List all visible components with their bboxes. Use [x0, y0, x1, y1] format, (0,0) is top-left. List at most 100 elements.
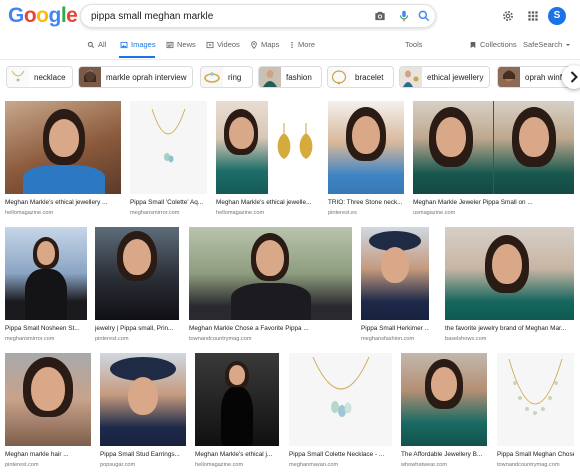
microphone-icon[interactable]	[397, 9, 411, 23]
tools-label: Tools	[405, 40, 423, 49]
chip-label: fashion	[286, 72, 312, 82]
result-source: hellomagazine.com	[5, 210, 54, 216]
face-shape	[128, 377, 158, 415]
logo-letter: g	[48, 4, 62, 27]
image-result[interactable]: Pippa Small Stud Earrings... popsugar.co…	[100, 353, 186, 471]
search-icon[interactable]	[417, 9, 431, 23]
result-image	[497, 353, 574, 446]
related-chip[interactable]: fashion	[258, 66, 322, 88]
safesearch-button[interactable]: SafeSearch	[523, 40, 571, 49]
user-avatar[interactable]: S	[548, 7, 566, 25]
dress-shape	[221, 387, 253, 446]
chevron-right-icon	[570, 71, 578, 83]
image-result[interactable]: Meghan Markle's ethical jewelle... hello…	[216, 101, 319, 219]
face-shape	[229, 117, 254, 149]
image-result[interactable]: Meghan Markle's ethical jewellery ... he…	[5, 101, 121, 219]
oprah-winfrey-thumbnail	[498, 67, 520, 87]
earrings-image	[277, 123, 313, 159]
face-shape	[123, 239, 151, 275]
chips-next-button[interactable]	[562, 65, 580, 89]
dropdown-arrow-icon	[566, 43, 571, 46]
image-result[interactable]: jewelry | Pippa small, Prin... pinterest…	[95, 227, 179, 345]
tab-maps[interactable]: Maps	[250, 40, 279, 49]
result-image	[100, 353, 186, 446]
chip-label: necklace	[34, 72, 66, 82]
result-image	[445, 227, 574, 320]
logo-letter: o	[23, 4, 37, 27]
image-result[interactable]: Pippa Small Meghan Chose ... townandcoun…	[497, 353, 574, 471]
map-pin-icon	[251, 40, 257, 49]
settings-gear-icon[interactable]	[501, 9, 515, 23]
more-vert-icon	[291, 41, 293, 48]
result-image	[289, 353, 392, 446]
camera-icon[interactable]	[373, 9, 387, 23]
result-source: baselshows.com	[445, 336, 487, 342]
necklace-image	[508, 358, 563, 415]
result-source: pinterest.com	[5, 462, 39, 468]
result-image	[95, 227, 179, 320]
portrait-shape	[413, 101, 493, 194]
image-result[interactable]: The Affordable Jewellery B... whowhatwea…	[401, 353, 487, 471]
related-chip[interactable]: necklace	[6, 66, 73, 88]
result-source: meghanmavan.com	[289, 462, 339, 468]
google-logo[interactable]: Google	[8, 4, 78, 28]
image-result[interactable]: Pippa Small 'Colette' Aq... meghansmirro…	[130, 101, 207, 219]
tab-label: More	[298, 40, 316, 49]
image-result[interactable]: TRIO: Three Stone neck... pinterest.es	[328, 101, 404, 219]
bracelet-thumbnail	[328, 67, 350, 87]
image-result[interactable]: Meghan Markle's ethical j... hellomagazi…	[195, 353, 279, 471]
tools-button[interactable]: Tools	[405, 40, 423, 49]
tab-images[interactable]: Images	[120, 40, 156, 49]
face-shape	[37, 241, 55, 265]
logo-letter: G	[8, 4, 24, 27]
video-icon	[206, 41, 214, 48]
image-result[interactable]: Meghan markle hair ... pinterest.com	[5, 353, 91, 471]
image-result[interactable]: Pippa Small Herkimer ... meghansfashion.…	[361, 227, 429, 345]
image-icon	[120, 41, 128, 48]
tab-label: News	[177, 40, 196, 49]
image-result[interactable]: Pippa Small Nosheen St... meghansmirror.…	[5, 227, 87, 345]
ethical-jewellery-thumbnail	[400, 67, 422, 87]
tab-videos[interactable]: Videos	[206, 40, 240, 49]
necklace-image	[312, 356, 370, 417]
related-chip[interactable]: bracelet	[327, 66, 394, 88]
result-caption: Meghan Markle Chose a Favorite Pippa ...	[189, 325, 309, 332]
related-chip[interactable]: markle oprah interview	[78, 66, 193, 88]
face-shape	[352, 116, 380, 154]
related-chip[interactable]: oprah winf	[497, 66, 572, 88]
image-result[interactable]: Meghan Markle Chose a Favorite Pippa ...…	[189, 227, 352, 345]
dress-shape	[25, 269, 67, 320]
image-result[interactable]: the favorite jewelry brand of Meghan Mar…	[445, 227, 574, 345]
result-source: pinterest.es	[328, 210, 357, 216]
result-caption: Pippa Small Colette Necklace - ...	[289, 451, 385, 458]
markle-oprah-thumbnail	[79, 67, 101, 87]
result-source: whowhatwear.com	[401, 462, 448, 468]
search-input[interactable]	[91, 5, 361, 27]
collections-icon	[470, 41, 476, 48]
collections-button[interactable]: Collections	[469, 40, 517, 49]
result-caption: the favorite jewelry brand of Meghan Mar…	[445, 325, 567, 332]
tab-all[interactable]: All	[87, 40, 106, 49]
face-shape	[31, 367, 65, 411]
result-caption: Pippa Small 'Colette' Aq...	[130, 199, 204, 206]
image-result[interactable]: Meghan Markle Jeweler Pippa Small on ...…	[413, 101, 574, 219]
tab-news[interactable]: News	[166, 40, 196, 49]
result-image	[130, 101, 207, 194]
face-shape	[431, 367, 457, 401]
result-caption: Pippa Small Stud Earrings...	[100, 451, 180, 458]
tab-more[interactable]: More	[289, 40, 315, 49]
result-source: popsugar.com	[100, 462, 136, 468]
tab-label: Maps	[261, 40, 280, 49]
apps-grid-icon[interactable]	[526, 9, 540, 23]
chip-label: ethical jewellery	[427, 72, 484, 82]
related-chip[interactable]: ethical jewellery	[399, 66, 490, 88]
face-shape	[519, 117, 549, 157]
result-source: hellomagazine.com	[216, 210, 265, 216]
logo-letter: e	[66, 4, 78, 27]
ring-thumbnail	[201, 67, 223, 87]
related-chip[interactable]: ring	[200, 66, 253, 88]
image-result[interactable]: Pippa Small Colette Necklace - ... megha…	[289, 353, 392, 471]
result-image	[5, 101, 121, 194]
result-image	[5, 353, 91, 446]
logo-letter: o	[36, 4, 49, 27]
